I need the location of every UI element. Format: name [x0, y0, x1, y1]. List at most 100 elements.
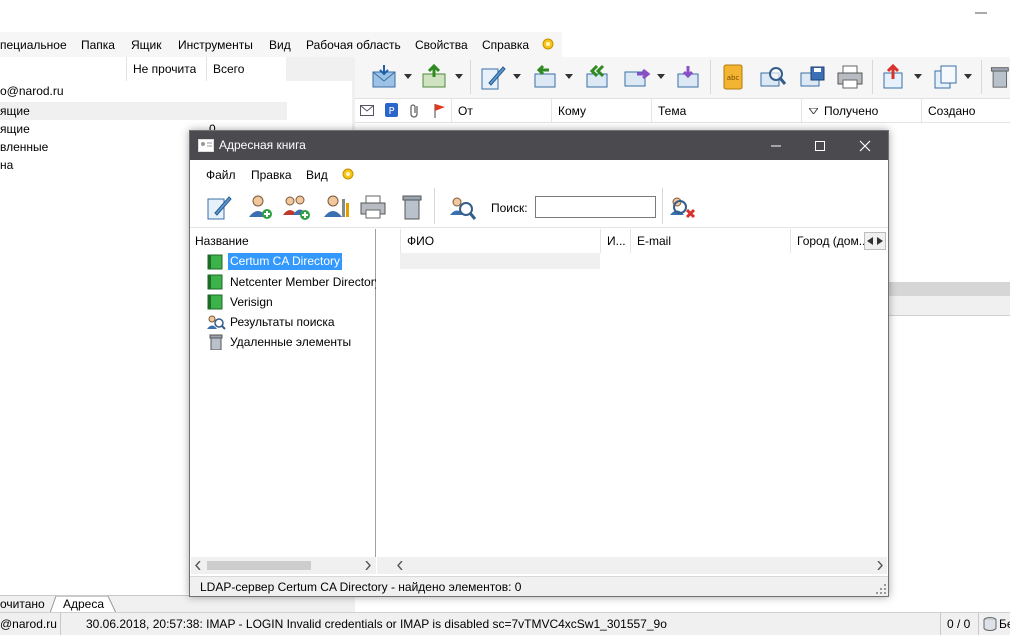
compose-button[interactable] [478, 62, 508, 92]
menu-item-box[interactable]: Ящик [131, 38, 162, 52]
menu-item-tools[interactable]: Инструменты [178, 38, 253, 52]
search-mail-button[interactable] [758, 62, 788, 92]
add-user-icon [249, 195, 272, 219]
resize-grip-icon[interactable] [876, 584, 886, 594]
column-header-received[interactable]: Получено [801, 99, 921, 123]
ab-tree-hscrollbar[interactable] [191, 557, 376, 574]
column-header-from[interactable]: От [451, 99, 551, 123]
ab-column-header-city[interactable]: Город (дом... [790, 229, 864, 253]
ab-edit-button[interactable] [203, 191, 235, 223]
chevron-left-icon[interactable] [397, 561, 403, 570]
ab-tree-item-netcenter[interactable]: Netcenter Member Directory [206, 272, 376, 292]
save-button[interactable] [798, 62, 828, 92]
ab-add-group-button[interactable] [281, 191, 313, 223]
chevron-down-icon[interactable] [513, 74, 521, 80]
ab-list-row[interactable] [400, 253, 600, 269]
ab-menu-file[interactable]: Файл [206, 168, 236, 182]
ab-menu-edit[interactable]: Правка [251, 168, 292, 182]
maximize-icon[interactable] [814, 140, 826, 152]
close-icon[interactable] [859, 140, 871, 152]
envelope-download-icon [372, 65, 396, 88]
menu-item-special[interactable]: пециальное [0, 38, 67, 52]
folder-item-inbox[interactable]: ящие [0, 102, 352, 120]
copy-icon [934, 65, 957, 89]
priority-icon[interactable]: P [385, 103, 398, 117]
trash-icon [402, 195, 422, 220]
reply-button[interactable] [530, 62, 560, 92]
menu-item-properties[interactable]: Свойства [415, 38, 468, 52]
save-envelope-icon [800, 66, 825, 87]
account-row[interactable]: o@narod.ru [0, 82, 352, 100]
ab-find-button[interactable] [446, 191, 478, 223]
ab-column-scroller[interactable] [864, 232, 886, 250]
forward-button[interactable] [622, 62, 652, 92]
chevron-right-icon[interactable] [365, 561, 371, 570]
print-button[interactable] [835, 62, 865, 92]
statusbar: @narod.ru 30.06.2018, 20:57:38: IMAP - L… [0, 612, 1010, 635]
copy-button[interactable] [930, 62, 960, 92]
export-button[interactable] [880, 62, 910, 92]
book-abc-icon: abc [723, 64, 743, 90]
column-header-to[interactable]: Кому [551, 99, 651, 123]
compose-icon [481, 66, 506, 90]
chevron-down-icon[interactable] [565, 74, 573, 80]
ab-properties-button[interactable] [321, 191, 353, 223]
status-counter-segment: 0 / 0 [940, 613, 978, 635]
chevron-right-icon[interactable] [877, 237, 883, 245]
flag-icon[interactable] [433, 103, 446, 118]
minimize-icon[interactable] [975, 8, 987, 18]
compose-icon [207, 196, 232, 220]
menu-item-folder[interactable]: Папка [81, 38, 115, 52]
column-header-total[interactable]: Всего [206, 57, 286, 81]
delete-button[interactable] [988, 62, 1010, 92]
ab-clear-search-button[interactable] [666, 191, 698, 223]
gear-icon[interactable] [540, 36, 556, 52]
reply-all-button[interactable] [582, 62, 612, 92]
spellcheck-button[interactable]: abc [718, 62, 748, 92]
clear-search-icon [670, 197, 696, 219]
ab-column-header-email[interactable]: E-mail [630, 229, 790, 253]
ab-tree-item-deleted[interactable]: Удаленные элементы [206, 332, 376, 352]
attachment-icon[interactable] [409, 103, 421, 118]
chevron-down-icon[interactable] [914, 74, 922, 80]
chevron-left-icon[interactable] [195, 561, 201, 570]
toolbar-separator [710, 60, 711, 94]
ab-tree-item-verisign[interactable]: Verisign [206, 292, 376, 312]
ab-column-header-name[interactable]: ФИО [400, 229, 600, 253]
ab-search-input[interactable] [535, 196, 656, 218]
column-header-received-label: Получено [824, 104, 879, 118]
ab-tree-item-search-results[interactable]: Результаты поиска [206, 312, 376, 332]
preview-splitter[interactable] [888, 282, 1010, 296]
ab-delete-button[interactable] [396, 191, 428, 223]
envelope-icon[interactable] [360, 105, 374, 116]
tab-unread[interactable]: очитано [0, 597, 45, 611]
menu-item-view[interactable]: Вид [269, 38, 291, 52]
chevron-right-icon[interactable] [877, 561, 883, 570]
ab-menu-view[interactable]: Вид [306, 168, 328, 182]
ab-column-header-initials[interactable]: И... [600, 229, 630, 253]
ab-add-contact-button[interactable] [244, 191, 276, 223]
chevron-left-icon[interactable] [867, 237, 873, 245]
column-header-created[interactable]: Создано [921, 99, 1010, 123]
menu-item-help[interactable]: Справка [482, 38, 529, 52]
column-header-unread[interactable]: Не прочита [126, 57, 206, 81]
folder-label: ящие [0, 104, 30, 118]
chevron-down-icon[interactable] [455, 74, 463, 80]
ab-list-hscrollbar[interactable] [377, 557, 887, 574]
chevron-down-icon[interactable] [657, 74, 665, 80]
scrollbar-thumb[interactable] [207, 561, 311, 570]
address-book-titlebar[interactable]: Адресная книга [190, 131, 888, 160]
send-mail-button[interactable] [420, 62, 450, 92]
minimize-icon[interactable] [770, 140, 782, 152]
ab-tree-item-certum[interactable]: Certum CA Directory [206, 252, 376, 272]
chevron-down-icon[interactable] [964, 74, 972, 80]
column-header-subject-label: Тема [658, 104, 687, 118]
gear-icon[interactable] [340, 166, 356, 182]
chevron-down-icon[interactable] [404, 74, 412, 80]
receive-mail-button[interactable] [370, 62, 400, 92]
ab-print-button[interactable] [357, 191, 389, 223]
menu-item-workspace[interactable]: Рабочая область [306, 38, 401, 52]
tab-addresses[interactable]: Адреса [63, 597, 104, 611]
redirect-button[interactable] [674, 62, 704, 92]
column-header-subject[interactable]: Тема [651, 99, 801, 123]
